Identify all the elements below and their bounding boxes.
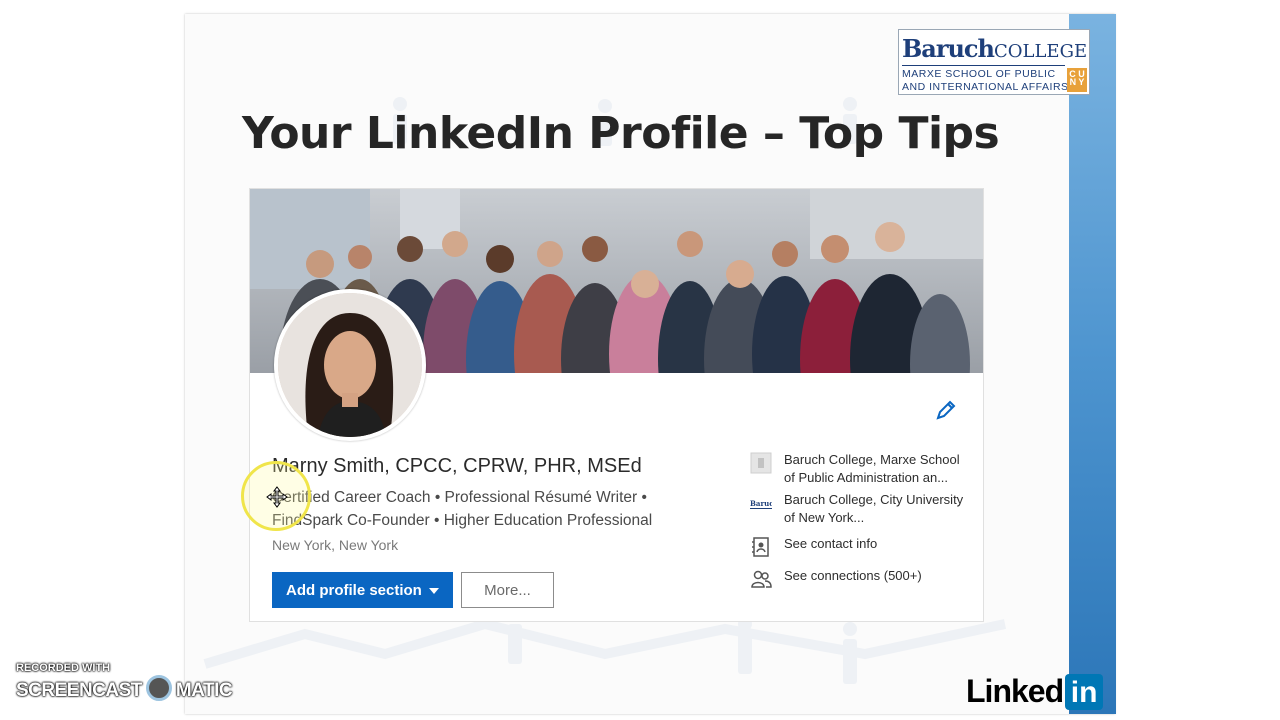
watermark-brand-a: SCREENCAST bbox=[16, 680, 142, 702]
linkedin-logo: Linked in bbox=[966, 673, 1104, 710]
contact-card-icon bbox=[752, 537, 769, 557]
profile-headline: Certified Career Coach • Professional Ré… bbox=[272, 489, 653, 529]
slide-title: Your LinkedIn Profile – Top Tips bbox=[242, 108, 1000, 159]
move-cursor-icon bbox=[266, 486, 288, 508]
profile-photo[interactable] bbox=[274, 289, 426, 441]
watermark-brand-b: MATIC bbox=[175, 680, 233, 702]
logo-brand-bold: Baruch bbox=[902, 34, 995, 63]
linkedin-logo-box: in bbox=[1065, 673, 1104, 710]
slide-edge-bar bbox=[1069, 14, 1116, 714]
edit-pencil-icon[interactable] bbox=[935, 399, 957, 421]
connections-icon bbox=[751, 570, 772, 588]
baruch-college-logo: BaruchCOLLEGE MARXE SCHOOL OF PUBLIC AND… bbox=[898, 29, 1090, 95]
baruch-logo-icon: Baruch bbox=[750, 499, 772, 509]
logo-sub-line1: MARXE SCHOOL OF PUBLIC bbox=[902, 68, 1056, 80]
add-profile-section-button[interactable]: Add profile section bbox=[272, 572, 453, 608]
side-item-text: See contact info bbox=[784, 536, 878, 551]
logo-subtitle: MARXE SCHOOL OF PUBLIC AND INTERNATIONAL… bbox=[902, 68, 1069, 94]
more-button[interactable]: More... bbox=[461, 572, 554, 608]
screencast-logo-icon bbox=[145, 675, 172, 701]
profile-location: New York, New York bbox=[272, 537, 399, 553]
add-profile-section-label: Add profile section bbox=[286, 581, 422, 599]
screencast-o-matic-watermark: RECORDED WITH SCREENCAST MATIC bbox=[16, 662, 233, 701]
cuny-badge: C UN Y bbox=[1067, 68, 1087, 92]
building-icon bbox=[750, 452, 772, 474]
watermark-line1: RECORDED WITH bbox=[16, 662, 111, 674]
logo-sub-line2: AND INTERNATIONAL AFFAIRS bbox=[902, 81, 1069, 93]
svg-text:Baruch: Baruch bbox=[750, 499, 772, 508]
side-item-text: Baruch College, Marxe School of Public A… bbox=[784, 452, 960, 485]
caret-down-icon bbox=[429, 588, 439, 594]
profile-name: Marny Smith, CPCC, CPRW, PHR, MSEd bbox=[272, 455, 642, 477]
profile-photo-image bbox=[278, 293, 422, 437]
linkedin-logo-text: Linked bbox=[966, 673, 1064, 709]
side-item-text: See connections (500+) bbox=[784, 568, 922, 583]
side-item-text: Baruch College, City University of New Y… bbox=[784, 492, 964, 525]
logo-brand-regular: COLLEGE bbox=[994, 41, 1088, 62]
